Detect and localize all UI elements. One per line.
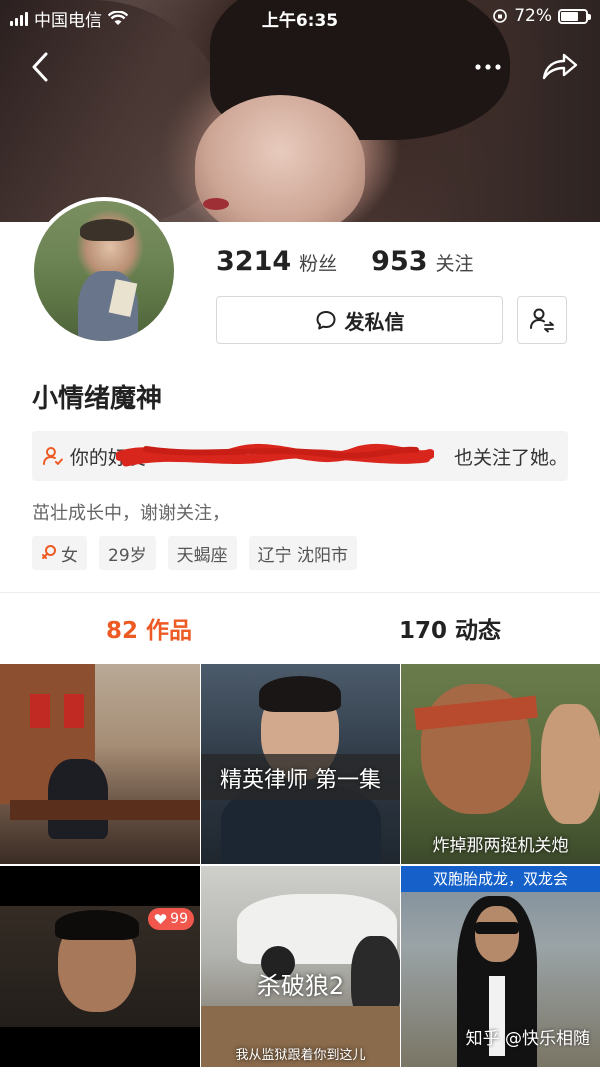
video-thumbnail[interactable]: 炸掉那两挺机关炮: [401, 664, 600, 864]
cover-lip: [203, 198, 229, 210]
followers-label[interactable]: 粉丝: [299, 249, 337, 276]
tag-gender-label: 女: [61, 545, 78, 566]
thumb-decor: [30, 694, 50, 728]
user-bio: 茁壮成长中，谢谢关注，: [32, 503, 230, 524]
video-caption: 炸掉那两挺机关炮: [432, 836, 569, 856]
share-icon[interactable]: [540, 50, 580, 84]
tag-age-label: 29岁: [108, 545, 147, 566]
thumb-face: [475, 906, 519, 962]
tag-age: 29岁: [99, 536, 156, 570]
video-thumbnail[interactable]: 精英律师 第一集: [201, 664, 400, 864]
following-label[interactable]: 关注: [436, 249, 474, 276]
thumb-person: [48, 759, 108, 839]
follow-settings-button[interactable]: [517, 296, 567, 344]
more-icon[interactable]: [470, 52, 506, 82]
avatar[interactable]: [30, 197, 178, 345]
user-tags: 女 29岁 天蝎座 辽宁 沈阳市: [32, 536, 358, 570]
thumb-hair: [55, 910, 139, 940]
rotation-lock-icon: [493, 9, 508, 23]
redaction-scribble: [116, 443, 434, 467]
tab-dynamic-count: 170: [399, 618, 448, 644]
letterbox-bottom: [0, 1027, 200, 1067]
video-top-label: 双胞胎成龙，双龙会: [401, 866, 600, 892]
video-thumbnail[interactable]: [0, 664, 200, 864]
followers-count[interactable]: 3214: [216, 246, 291, 277]
gender-female-icon: [42, 545, 56, 559]
watermark-text: 知乎 @快乐相随: [465, 1029, 590, 1049]
tag-zodiac-label: 天蝎座: [176, 545, 228, 566]
send-message-label: 发私信: [344, 309, 405, 334]
battery-percent: 72%: [514, 6, 552, 26]
friend-icon: [42, 447, 63, 465]
back-icon[interactable]: [26, 50, 56, 84]
video-caption: 精英律师 第一集: [220, 768, 381, 793]
tag-zodiac: 天蝎座: [167, 536, 237, 570]
like-count: 99: [170, 911, 188, 927]
works-grid: 精英律师 第一集 炸掉那两挺机关炮 99 杀破狼2 我从监狱跟着你到这儿 双胞胎…: [0, 664, 600, 1067]
tag-location: 辽宁 沈阳市: [248, 536, 358, 570]
letterbox-top: [0, 866, 200, 906]
tab-dynamic[interactable]: 170 动态: [399, 611, 501, 645]
battery-icon: [558, 8, 591, 24]
video-thumbnail[interactable]: 杀破狼2 我从监狱跟着你到这儿: [201, 866, 400, 1067]
video-thumbnail[interactable]: 双胞胎成龙，双龙会 知乎 @快乐相随: [401, 866, 600, 1067]
follow-settings-icon: [530, 308, 554, 333]
avatar-hat: [80, 219, 134, 241]
tag-location-label: 辽宁 沈阳市: [257, 545, 349, 566]
thumb-person: [541, 704, 600, 824]
tab-works-count: 82: [106, 618, 139, 644]
like-badge: 99: [148, 908, 194, 930]
video-caption: 杀破狼2: [256, 972, 345, 1000]
thumb-table: [10, 800, 200, 820]
message-icon: [316, 311, 335, 330]
thumb-glasses: [475, 922, 519, 934]
status-bar: 中国电信 上午6:35 72%: [0, 0, 600, 34]
profile-stats: 3214 粉丝 953 关注: [216, 246, 500, 277]
heart-icon: [154, 914, 167, 924]
section-divider: [0, 592, 600, 593]
battery-fill: [561, 11, 579, 21]
friend-notice-suffix: 也关注了她。: [453, 446, 568, 469]
tab-works-label: 作品: [146, 618, 193, 644]
tab-works[interactable]: 82 作品: [106, 611, 192, 645]
user-name: 小情绪魔神: [32, 384, 163, 414]
video-subtitle: 我从监狱跟着你到这儿: [235, 1048, 366, 1063]
thumb-hair: [259, 676, 341, 712]
thumb-decor: [64, 694, 84, 728]
tab-dynamic-label: 动态: [455, 618, 502, 644]
video-thumbnail[interactable]: 99: [0, 866, 200, 1067]
send-message-button[interactable]: 发私信: [216, 296, 503, 344]
tag-gender: 女: [32, 536, 87, 570]
following-count[interactable]: 953: [371, 246, 427, 277]
